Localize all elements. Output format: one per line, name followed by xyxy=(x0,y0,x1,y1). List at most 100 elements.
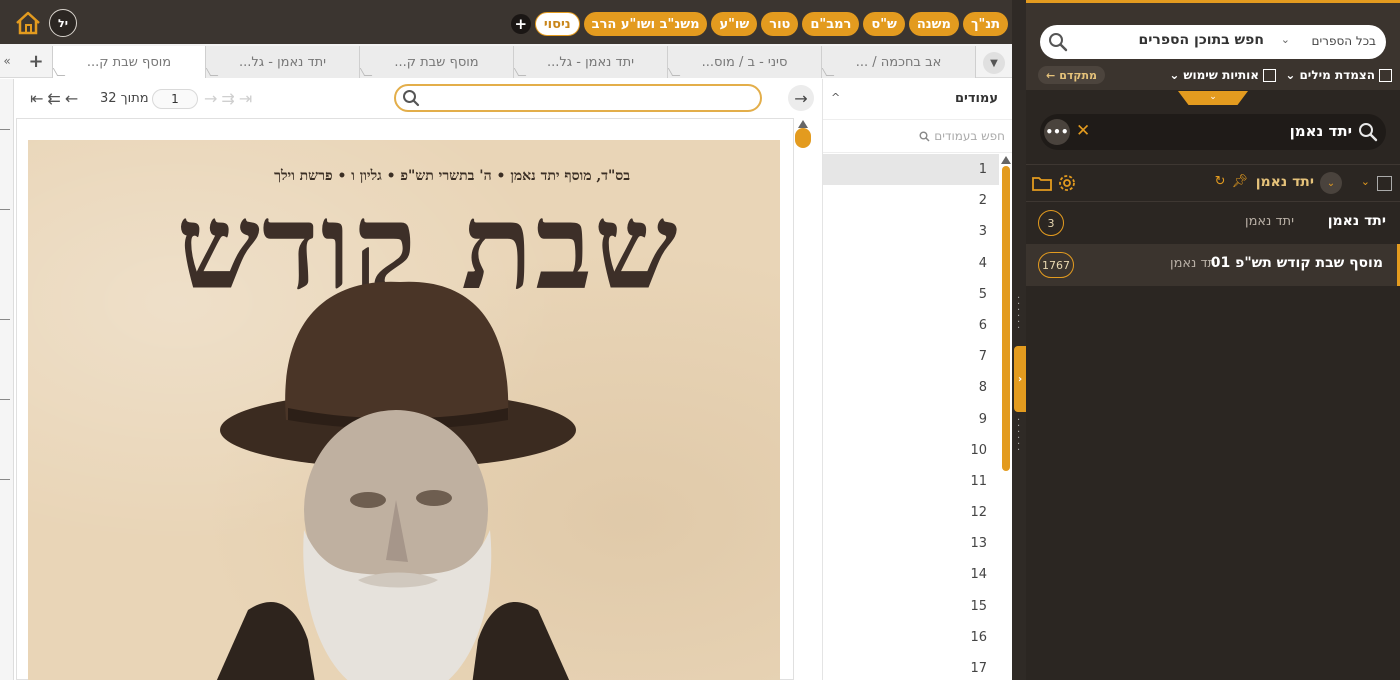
last-page-icon[interactable]: ⇥ xyxy=(239,89,252,108)
page-item[interactable]: 15 xyxy=(823,591,999,622)
tab-item[interactable]: יתד נאמן - גל... xyxy=(206,46,360,78)
category-nisuy-button[interactable]: ניסוי xyxy=(534,12,580,36)
page-item[interactable]: 13 xyxy=(823,528,999,559)
tabs-dropdown-icon[interactable]: ▼ xyxy=(983,52,1005,74)
books-search-input[interactable]: חפש בתוכן הספרים ⌄ בכל הספרים xyxy=(1040,25,1386,59)
clear-filter-icon[interactable]: ✕ xyxy=(1076,121,1090,141)
first-page-icon[interactable]: ⇤ xyxy=(30,89,43,108)
collapse-sidebar-icon[interactable]: › xyxy=(1014,346,1026,412)
tab-item[interactable]: אב בחכמה / ... xyxy=(822,46,976,78)
page-item[interactable]: 2 xyxy=(823,185,999,216)
home-icon[interactable] xyxy=(14,10,42,36)
page-item[interactable]: 9 xyxy=(823,404,999,435)
drag-handle-icon[interactable]: · · · · · · xyxy=(1017,416,1020,456)
scroll-up-icon[interactable] xyxy=(1001,156,1011,164)
result-title: יתד נאמן xyxy=(1327,213,1386,229)
select-all-checkbox[interactable] xyxy=(1377,176,1392,191)
strip-divider xyxy=(0,479,10,480)
page-number-input[interactable]: 1 xyxy=(152,89,198,109)
result-count-badge: 1767 xyxy=(1038,252,1074,278)
user-avatar[interactable]: יל xyxy=(49,9,77,37)
document-scrollbar[interactable] xyxy=(795,118,811,680)
drag-handle-icon[interactable]: · · · · · · xyxy=(1017,294,1020,334)
result-item-active[interactable]: 1767 יתד נאמן מוסף שבת קודש תש"פ 01 xyxy=(1026,244,1400,286)
add-tab-button[interactable]: + xyxy=(24,49,48,73)
page-item[interactable]: 14 xyxy=(823,559,999,590)
next-page-fast-icon[interactable]: ⇉ xyxy=(221,89,234,108)
page-nav-forward-group: → ⇉ ⇥ xyxy=(204,89,252,108)
tree-node-title[interactable]: יתד נאמן xyxy=(1256,174,1314,190)
category-tur-button[interactable]: טור xyxy=(761,12,799,36)
page-item[interactable]: 5 xyxy=(823,279,999,310)
scroll-up-icon[interactable] xyxy=(798,120,808,128)
chevron-down-icon[interactable]: ⌄ xyxy=(1169,68,1179,82)
checkbox[interactable] xyxy=(1379,68,1392,82)
checkbox[interactable] xyxy=(1263,68,1276,82)
document-search-input[interactable] xyxy=(394,84,762,112)
category-shua-button[interactable]: שו"ע xyxy=(711,12,758,36)
filter-input[interactable]: ••• ✕ יתד נאמן xyxy=(1040,114,1386,150)
tab-item[interactable]: סיני - ב / מוס... xyxy=(668,46,822,78)
result-item[interactable]: 3 יתד נאמן יתד נאמן xyxy=(1026,202,1400,244)
option-prefixes[interactable]: אותיות שימוש ⌄ xyxy=(1169,68,1276,82)
category-tanach-button[interactable]: תנ"ך xyxy=(962,12,1008,36)
page-item[interactable]: 4 xyxy=(823,248,999,279)
expand-node-icon[interactable]: ⌄ xyxy=(1320,172,1342,194)
tab-label: יתד נאמן - גל... xyxy=(238,54,327,70)
node-icons: ↻ 📌︎ xyxy=(1215,174,1248,189)
category-rambam-button[interactable]: רמב"ם xyxy=(802,12,860,36)
page-item[interactable]: 3 xyxy=(823,216,999,247)
tab-item[interactable]: מוסף שבת ק... xyxy=(360,46,514,78)
search-scope-select[interactable]: בכל הספרים xyxy=(1312,34,1376,48)
expand-options-icon[interactable]: ⌄ xyxy=(1178,91,1248,105)
page-item[interactable]: 17 xyxy=(823,653,999,680)
more-options-icon[interactable]: ••• xyxy=(1044,119,1070,145)
tab-label: אב בחכמה / ... xyxy=(855,54,942,70)
option-label: הצמדת מילים xyxy=(1299,68,1375,82)
tab-item-active[interactable]: מוסף שבת ק... xyxy=(52,46,206,78)
scroll-thumb[interactable] xyxy=(795,128,811,148)
tabs-scroll-left-icon[interactable]: « xyxy=(0,52,14,70)
page-item[interactable]: 7 xyxy=(823,341,999,372)
scroll-thumb[interactable] xyxy=(1002,166,1010,471)
pages-scrollbar[interactable] xyxy=(1001,154,1011,680)
strip-divider xyxy=(0,319,10,320)
category-mishnab-button[interactable]: משנ"ב ושו"ע הרב xyxy=(583,12,708,36)
collapse-panel-icon[interactable]: ^ xyxy=(831,91,840,104)
add-category-button[interactable]: + xyxy=(510,14,531,34)
refresh-icon[interactable]: ↻ xyxy=(1215,174,1226,189)
strip-divider xyxy=(0,399,10,400)
pages-search-placeholder: חפש בעמודים xyxy=(919,129,1005,143)
tab-corner-icon xyxy=(53,68,66,76)
gear-icon[interactable] xyxy=(1058,174,1076,196)
pin-icon[interactable]: 📌︎ xyxy=(1231,174,1248,189)
page-item[interactable]: 16 xyxy=(823,622,999,653)
pages-panel: ^ עמודים חפש בעמודים 1 2 3 4 5 6 7 8 9 1… xyxy=(822,79,1013,680)
strip-divider xyxy=(0,209,10,210)
category-mishna-button[interactable]: משנה xyxy=(908,12,959,36)
prev-page-icon[interactable]: ← xyxy=(65,89,78,108)
top-toolbar: יל תנ"ך משנה ש"ס רמב"ם טור שו"ע משנ"ב וש… xyxy=(0,0,1012,44)
chevron-down-icon[interactable]: ⌄ xyxy=(1361,175,1370,188)
category-shas-button[interactable]: ש"ס xyxy=(863,12,905,36)
tab-item[interactable]: יתד נאמן - גל... xyxy=(514,46,668,78)
folder-icon[interactable] xyxy=(1032,174,1052,196)
prev-page-fast-icon[interactable]: ⇇ xyxy=(47,89,60,108)
toggle-pages-panel-button[interactable]: → xyxy=(788,85,814,111)
pages-search-input[interactable]: חפש בעמודים xyxy=(823,119,1013,153)
sidebar-resize-divider[interactable]: · · · · · · › · · · · · · xyxy=(1012,0,1026,680)
chevron-down-icon[interactable]: ⌄ xyxy=(1281,33,1290,46)
page-item[interactable]: 6 xyxy=(823,310,999,341)
tab-label: סיני - ב / מוס... xyxy=(701,54,788,70)
sidebar-search-header: חפש בתוכן הספרים ⌄ בכל הספרים הצמדת מילי… xyxy=(1026,0,1400,105)
page-item[interactable]: 11 xyxy=(823,466,999,497)
chevron-down-icon[interactable]: ⌄ xyxy=(1285,68,1295,82)
next-page-icon[interactable]: → xyxy=(204,89,217,108)
search-icon[interactable] xyxy=(1048,32,1068,52)
page-item[interactable]: 8 xyxy=(823,372,999,403)
option-word-adjacency[interactable]: הצמדת מילים ⌄ xyxy=(1285,68,1392,82)
page-item[interactable]: 12 xyxy=(823,497,999,528)
page-item[interactable]: 1 xyxy=(823,154,999,186)
page-item[interactable]: 10 xyxy=(823,435,999,466)
advanced-search-button[interactable]: מתקדם ← xyxy=(1038,66,1105,84)
